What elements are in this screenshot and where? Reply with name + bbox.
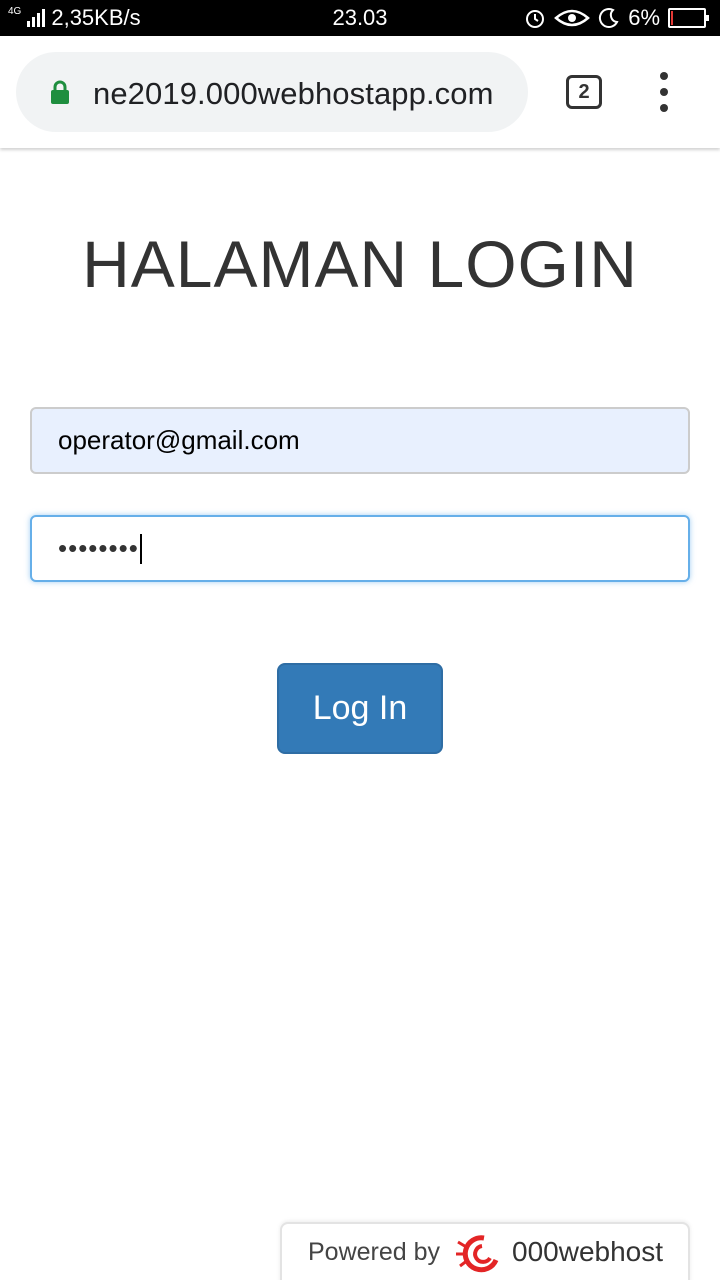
status-right: 6% [524,5,709,31]
password-value: •••••••• [58,533,139,563]
browser-toolbar: ne2019.000webhostapp.com 2 [0,36,720,148]
address-bar[interactable]: ne2019.000webhostapp.com [16,52,528,132]
powered-by-label: Powered by [308,1238,441,1266]
battery-percent: 6% [628,5,660,30]
battery-icon [668,8,709,28]
password-field[interactable]: •••••••• [30,515,690,582]
login-button[interactable]: Log In [277,663,443,754]
page-title: HALAMAN LOGIN [82,227,638,301]
email-field[interactable]: operator@gmail.com [30,407,690,474]
alarm-icon [526,10,545,28]
url-text[interactable]: ne2019.000webhostapp.com [93,76,494,112]
lock-icon[interactable] [50,80,70,104]
tab-switcher-button[interactable]: 2 [566,75,602,109]
status-bar: 4G 2,35KB/s 23.03 6% [0,0,720,36]
brand-name: 000webhost [512,1236,664,1267]
more-menu-icon[interactable] [650,72,678,112]
eye-comfort-icon [554,9,591,27]
do-not-disturb-icon [599,8,619,29]
battery-fill [671,11,673,25]
000webhost-logo-icon [456,1235,499,1273]
text-cursor [139,533,142,564]
email-value: operator@gmail.com [58,425,300,455]
powered-by-badge[interactable]: Powered by 000webhost [280,1222,690,1280]
